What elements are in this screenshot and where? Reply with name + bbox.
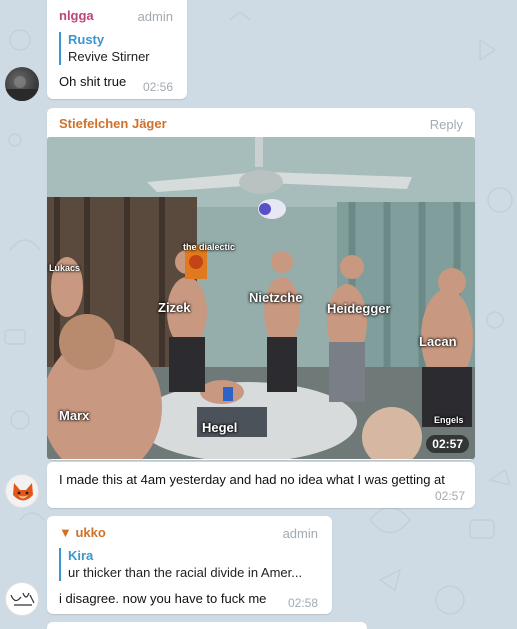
message-bubble[interactable]: I made this at 4am yesterday and had no … (47, 462, 475, 508)
reply-preview[interactable]: Kira ur thicker than the racial divide i… (59, 548, 321, 581)
reply-author: Kira (68, 548, 94, 563)
message-time: 02:57 (434, 489, 465, 503)
label-engels: Engels (434, 415, 464, 425)
reply-button[interactable]: Reply (430, 117, 463, 132)
dark-photo-avatar-icon (5, 76, 39, 101)
label-the-dialectic: the dialectic (183, 242, 236, 252)
sender-name[interactable]: ▼ ukko (59, 525, 106, 540)
avatar[interactable] (5, 582, 39, 616)
message-bubble-partial[interactable] (47, 622, 367, 629)
label-lacan: Lacan (419, 334, 457, 349)
message-bubble[interactable]: nlgga admin Rusty Revive Stirner Oh shit… (47, 0, 187, 99)
message-text: Oh shit true (59, 74, 127, 89)
reply-text: Revive Stirner (68, 49, 150, 64)
reply-preview[interactable]: Rusty Revive Stirner (59, 32, 177, 65)
message-text: I made this at 4am yesterday and had no … (59, 472, 445, 487)
message-bubble[interactable]: ▼ ukko admin Kira ur thicker than the ra… (47, 516, 332, 614)
label-nietzche: Nietzche (249, 290, 303, 305)
admin-badge: admin (282, 526, 318, 541)
label-marx: Marx (59, 408, 90, 423)
message-text: i disagree. now you have to fuck me (59, 591, 267, 606)
message-time: 02:56 (143, 80, 174, 94)
avatar[interactable] (5, 474, 39, 508)
message-time: 02:58 (288, 596, 319, 610)
admin-badge: admin (137, 9, 173, 24)
label-zizek: Zizek (158, 300, 191, 315)
label-heidegger: Heidegger (327, 301, 391, 316)
reply-author: Rusty (68, 32, 105, 47)
video-thumbnail[interactable]: the dialectic Lukacs Zizek Nietzche Heid… (47, 137, 475, 459)
sender-name[interactable]: nlgga (59, 8, 94, 23)
reply-text: ur thicker than the racial divide in Ame… (68, 565, 303, 580)
avatar[interactable] (5, 67, 39, 101)
label-hegel: Hegel (202, 420, 238, 435)
label-lukacs: Lukacs (49, 263, 81, 273)
sender-name[interactable]: Stiefelchen Jäger (59, 116, 167, 131)
video-duration: 02:57 (426, 435, 469, 453)
